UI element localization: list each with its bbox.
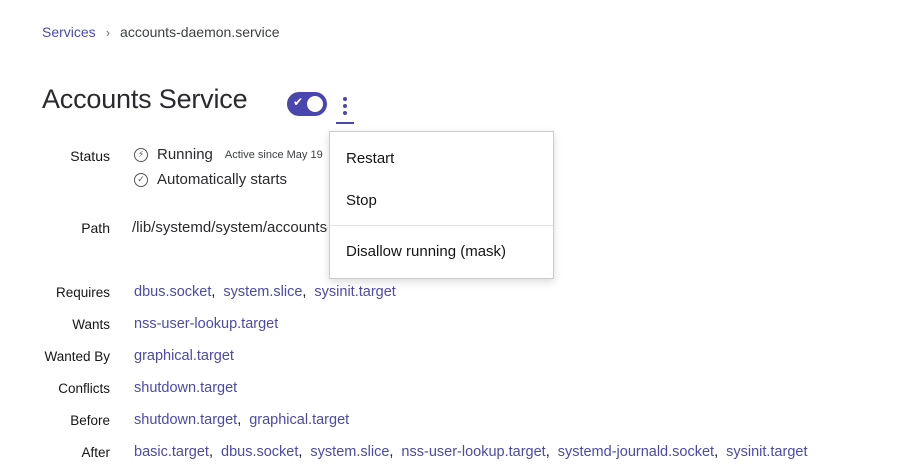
dependency-link[interactable]: basic.target <box>134 444 209 460</box>
running-icon: ⚡ <box>134 147 148 162</box>
dependency-links: basic.target, dbus.socket, system.slice, ns… <box>134 444 808 460</box>
menu-item-stop[interactable]: Stop <box>346 192 377 209</box>
status-autostart: ✓ Automatically starts <box>134 171 287 188</box>
dependency-link[interactable]: shutdown.target <box>134 380 237 396</box>
dependency-label: Before <box>70 413 110 428</box>
autostart-text: Automatically starts <box>157 171 288 188</box>
check-circle-icon: ✓ <box>134 172 148 187</box>
kebab-active-indicator <box>336 122 354 124</box>
page-title: Accounts Service <box>42 84 248 114</box>
dependency-link[interactable]: nss-user-lookup.target <box>401 444 545 460</box>
link-separator: , <box>237 412 242 428</box>
kebab-menu-icon[interactable] <box>336 92 354 120</box>
dependency-label: Conflicts <box>58 381 110 396</box>
path-value: /lib/systemd/system/accounts-daemon.serv… <box>132 219 328 236</box>
link-separator: , <box>208 444 213 460</box>
service-actions-menu: Restart Stop Disallow running (mask) <box>329 131 554 279</box>
breadcrumb-services-link[interactable]: Services <box>42 24 96 40</box>
breadcrumb-current: accounts-daemon.service <box>120 24 280 40</box>
link-separator: , <box>302 284 307 300</box>
toggle-knob <box>307 96 323 112</box>
dependency-link[interactable]: shutdown.target <box>134 412 237 428</box>
link-separator: , <box>389 444 394 460</box>
link-separator: , <box>298 444 303 460</box>
dependency-label: Wanted By <box>44 349 110 364</box>
dependency-link[interactable]: graphical.target <box>134 348 234 364</box>
dependency-label: Requires <box>55 285 110 300</box>
dependency-link[interactable]: sysinit.target <box>726 444 807 460</box>
service-enable-toggle[interactable]: ✔ <box>287 92 327 116</box>
dependency-link[interactable]: systemd-journald.socket <box>558 444 714 460</box>
dependency-link[interactable]: system.slice <box>223 284 302 300</box>
status-running: ⚡ Running Active since May 19 <box>134 146 323 163</box>
dependency-links: graphical.target <box>134 348 234 364</box>
link-separator: , <box>545 444 550 460</box>
dependency-link[interactable]: sysinit.target <box>314 284 395 300</box>
dependency-link[interactable]: dbus.socket <box>134 284 211 300</box>
dependency-links: nss-user-lookup.target <box>134 316 278 332</box>
menu-divider <box>330 225 553 226</box>
dependency-link[interactable]: dbus.socket <box>221 444 298 460</box>
menu-item-restart[interactable]: Restart <box>346 150 394 167</box>
path-label: Path <box>81 220 110 236</box>
active-since: Active since May 19 <box>224 148 323 161</box>
link-separator: , <box>211 284 216 300</box>
breadcrumb-separator-icon: › <box>105 24 111 40</box>
dependency-label: Wants <box>72 317 110 332</box>
status-label: Status <box>70 148 110 164</box>
status-state: Running <box>157 146 213 163</box>
menu-item-mask[interactable]: Disallow running (mask) <box>346 243 506 260</box>
breadcrumb: Services › accounts-daemon.service <box>42 24 280 40</box>
dependency-label: After <box>81 445 110 460</box>
dependency-link[interactable]: graphical.target <box>249 412 349 428</box>
dependency-links: shutdown.target <box>134 380 237 396</box>
dependency-links: dbus.socket, system.slice, sysinit.target <box>134 284 396 300</box>
check-icon: ✔ <box>293 95 304 109</box>
link-separator: , <box>714 444 719 460</box>
dependency-links: shutdown.target, graphical.target <box>134 412 349 428</box>
dependency-link[interactable]: nss-user-lookup.target <box>134 316 278 332</box>
dependency-link[interactable]: system.slice <box>310 444 389 460</box>
